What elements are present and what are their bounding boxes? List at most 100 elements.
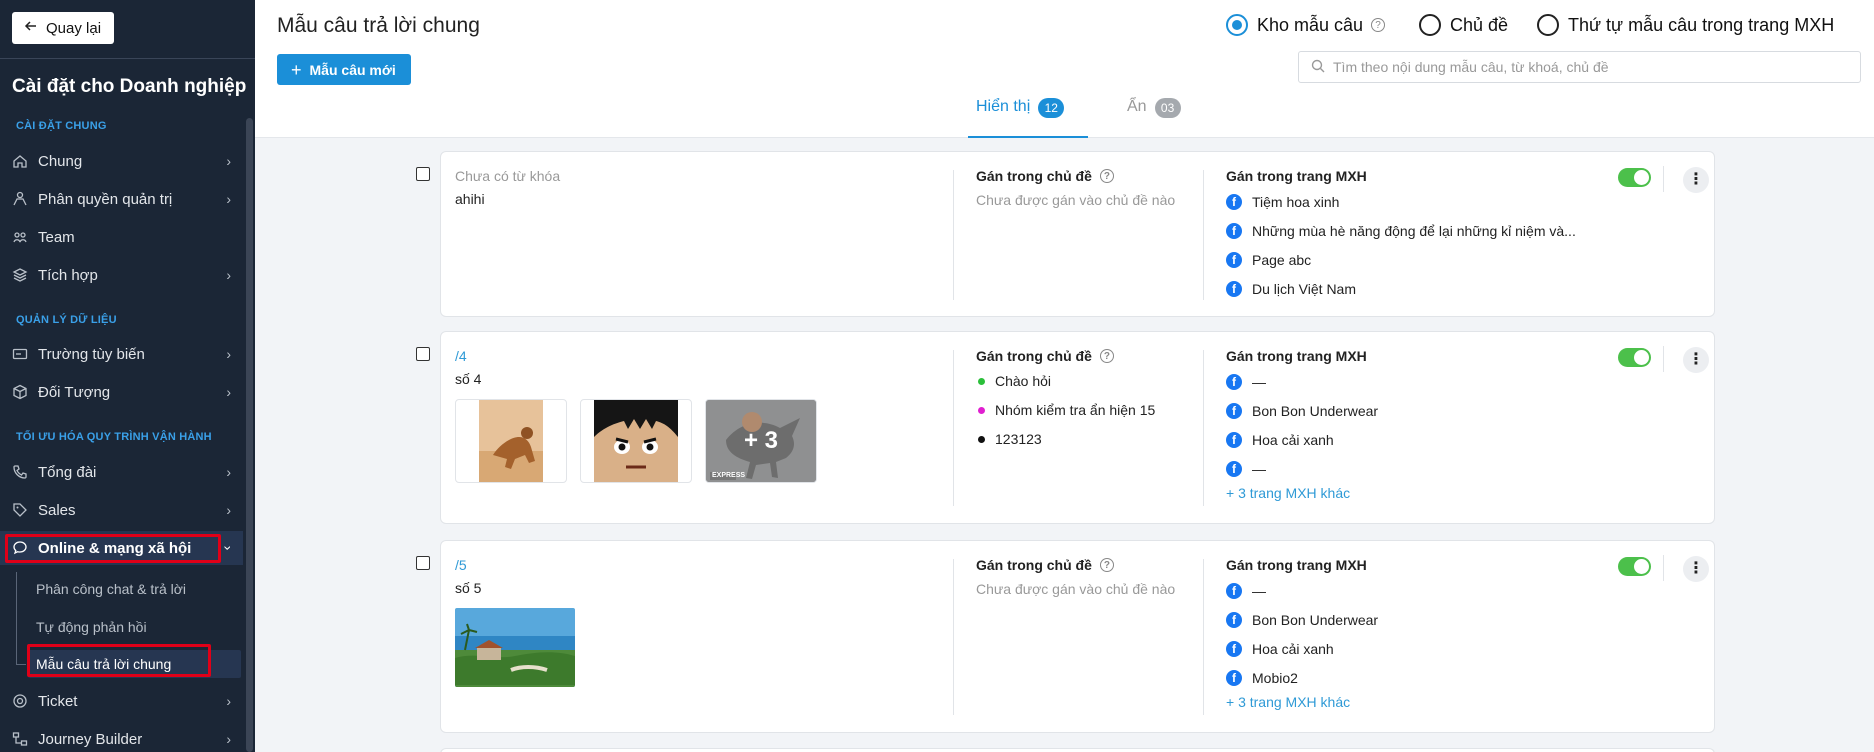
tree-line bbox=[16, 572, 17, 664]
sidebar-item-ticket[interactable]: Ticket › bbox=[0, 684, 243, 718]
count-badge: 03 bbox=[1154, 98, 1181, 118]
visibility-toggle[interactable] bbox=[1618, 557, 1651, 576]
sidebar-item-label: Đối Tượng bbox=[38, 383, 111, 401]
facebook-icon: f bbox=[1226, 223, 1242, 239]
arrow-left-icon bbox=[24, 19, 38, 37]
more-pages-link[interactable]: + 3 trang MXH khác bbox=[1226, 485, 1378, 501]
sidebar-item-label: Team bbox=[38, 228, 75, 246]
topic-column-header: Gán trong chủ đề bbox=[976, 168, 1092, 184]
page-name: — bbox=[1252, 583, 1266, 599]
section-general-heading: CÀI ĐẶT CHUNG bbox=[16, 120, 107, 132]
column-divider bbox=[953, 350, 954, 506]
page-name: Bon Bon Underwear bbox=[1252, 403, 1379, 419]
page-name: Hoa cải xanh bbox=[1252, 641, 1334, 657]
page-item: f — bbox=[1226, 457, 1378, 481]
row-checkbox[interactable] bbox=[416, 556, 430, 570]
row-checkbox[interactable] bbox=[416, 167, 430, 181]
sidebar-subitem-mau-cau[interactable]: Mẫu câu trả lời chung bbox=[28, 650, 241, 678]
topic-column: Gán trong chủ đề? Chưa được gán vào chủ … bbox=[976, 557, 1175, 597]
help-icon[interactable]: ? bbox=[1099, 169, 1114, 183]
page-item: f Hoa cải xanh bbox=[1226, 637, 1378, 661]
sidebar-item-tong-dai[interactable]: Tổng đài › bbox=[0, 455, 243, 489]
more-options-icon[interactable]: ⋮ bbox=[1683, 556, 1709, 582]
visibility-toggle[interactable] bbox=[1618, 348, 1651, 367]
page-column: Gán trong trang MXH f — f Bon Bon Underwea… bbox=[1226, 557, 1378, 710]
help-icon[interactable]: ? bbox=[1099, 349, 1114, 363]
sidebar-item-doi-tuong[interactable]: Đối Tượng › bbox=[0, 375, 243, 409]
no-topic-text: Chưa được gán vào chủ đề nào bbox=[976, 192, 1176, 208]
sidebar-item-label: Tích hợp bbox=[38, 266, 98, 284]
image-thumbnail[interactable] bbox=[455, 608, 575, 687]
topic-name: Nhóm kiểm tra ẩn hiện 15 bbox=[995, 402, 1156, 418]
row-checkbox[interactable] bbox=[416, 347, 430, 361]
sidebar-subitem-tu-dong[interactable]: Tự động phản hồi bbox=[36, 613, 147, 641]
page-title: Mẫu câu trả lời chung bbox=[277, 14, 480, 37]
cube-icon bbox=[12, 384, 28, 400]
radio-thu-tu[interactable]: Thứ tự mẫu câu trong trang MXH bbox=[1537, 12, 1834, 38]
more-options-icon[interactable]: ⋮ bbox=[1683, 167, 1709, 193]
plus-icon: + bbox=[291, 59, 302, 80]
sidebar-item-truong-tuy-bien[interactable]: Trường tùy biến › bbox=[0, 337, 243, 371]
topic-item: Nhóm kiểm tra ẩn hiện 15 bbox=[976, 398, 1155, 422]
image-thumbnail[interactable] bbox=[580, 399, 692, 483]
sidebar-item-phan-quyen[interactable]: Phân quyền quản trị › bbox=[0, 182, 243, 216]
tab-an[interactable]: Ẩn 03 bbox=[1127, 98, 1207, 138]
page-item: f Tiệm hoa xinh bbox=[1226, 190, 1576, 214]
facebook-icon: f bbox=[1226, 374, 1242, 390]
sidebar-item-journey[interactable]: Journey Builder › bbox=[0, 722, 243, 752]
back-button[interactable]: Quay lại bbox=[12, 12, 114, 44]
radio-label: Chủ đề bbox=[1450, 14, 1509, 35]
sidebar-item-tich-hop[interactable]: Tích hợp › bbox=[0, 258, 243, 292]
tab-hien-thi[interactable]: Hiển thị 12 bbox=[968, 98, 1088, 138]
radio-chu-de[interactable]: Chủ đề bbox=[1419, 12, 1508, 38]
topic-column: Gán trong chủ đề? Chào hỏi Nhóm kiểm tra… bbox=[976, 348, 1155, 451]
chat-bubble-icon bbox=[12, 540, 28, 556]
help-icon[interactable]: ? bbox=[1099, 558, 1114, 572]
chevron-right-icon: › bbox=[226, 267, 231, 283]
lifebuoy-icon bbox=[12, 693, 28, 709]
search-placeholder: Tìm theo nội dung mẫu câu, từ khoá, chủ … bbox=[1333, 59, 1609, 75]
template-keyword[interactable]: /4 bbox=[455, 348, 817, 364]
new-template-button-label: Mẫu câu mới bbox=[309, 61, 396, 78]
users-icon bbox=[12, 191, 28, 207]
search-input[interactable]: Tìm theo nội dung mẫu câu, từ khoá, chủ … bbox=[1298, 51, 1861, 83]
image-thumbnail[interactable] bbox=[455, 399, 567, 483]
form-field-icon bbox=[12, 346, 28, 362]
sidebar-item-sales[interactable]: Sales › bbox=[0, 493, 243, 527]
page-item: f Page abc bbox=[1226, 248, 1576, 272]
sidebar-item-online[interactable]: Online & mạng xã hội › bbox=[0, 531, 243, 565]
sidebar-item-label: Journey Builder bbox=[38, 730, 143, 748]
template-card-partial bbox=[440, 748, 1715, 752]
chevron-right-icon: › bbox=[226, 384, 231, 400]
keyword-empty: Chưa có từ khóa bbox=[455, 168, 561, 184]
topic-name: Chào hỏi bbox=[995, 373, 1052, 389]
new-template-button[interactable]: + Mẫu câu mới bbox=[277, 54, 411, 85]
facebook-icon: f bbox=[1226, 641, 1242, 657]
more-options-icon[interactable]: ⋮ bbox=[1683, 347, 1709, 373]
facebook-icon: f bbox=[1226, 461, 1242, 477]
facebook-icon: f bbox=[1226, 403, 1242, 419]
sidebar-scrollbar[interactable] bbox=[246, 118, 253, 752]
sidebar-subitem-phan-cong[interactable]: Phân công chat & trả lời bbox=[36, 575, 186, 603]
template-keyword[interactable]: /5 bbox=[455, 557, 575, 573]
column-divider bbox=[953, 170, 954, 300]
sidebar-item-label: Trường tùy biến bbox=[38, 345, 145, 363]
anime-face-image bbox=[594, 400, 678, 482]
facebook-icon: f bbox=[1226, 612, 1242, 628]
sidebar-item-team[interactable]: Team bbox=[0, 220, 243, 254]
tab-label: Hiển thị bbox=[976, 98, 1031, 115]
action-divider bbox=[1663, 166, 1664, 192]
page-item: f Bon Bon Underwear bbox=[1226, 399, 1378, 423]
page-item: f — bbox=[1226, 370, 1378, 394]
image-thumbnail-more[interactable]: + 3 EXPRESS bbox=[705, 399, 817, 483]
more-pages-link[interactable]: + 3 trang MXH khác bbox=[1226, 694, 1378, 710]
chevron-right-icon: › bbox=[226, 191, 231, 207]
radio-selected-icon bbox=[1226, 14, 1248, 36]
template-content: /5 số 5 bbox=[455, 557, 575, 687]
sidebar-item-chung[interactable]: Chung › bbox=[0, 144, 243, 178]
radio-kho-mau-cau[interactable]: Kho mẫu câu ? bbox=[1226, 12, 1386, 38]
visibility-toggle[interactable] bbox=[1618, 168, 1651, 187]
help-icon[interactable]: ? bbox=[1371, 18, 1386, 32]
facebook-icon: f bbox=[1226, 194, 1242, 210]
page-column-header: Gán trong trang MXH bbox=[1226, 168, 1367, 184]
